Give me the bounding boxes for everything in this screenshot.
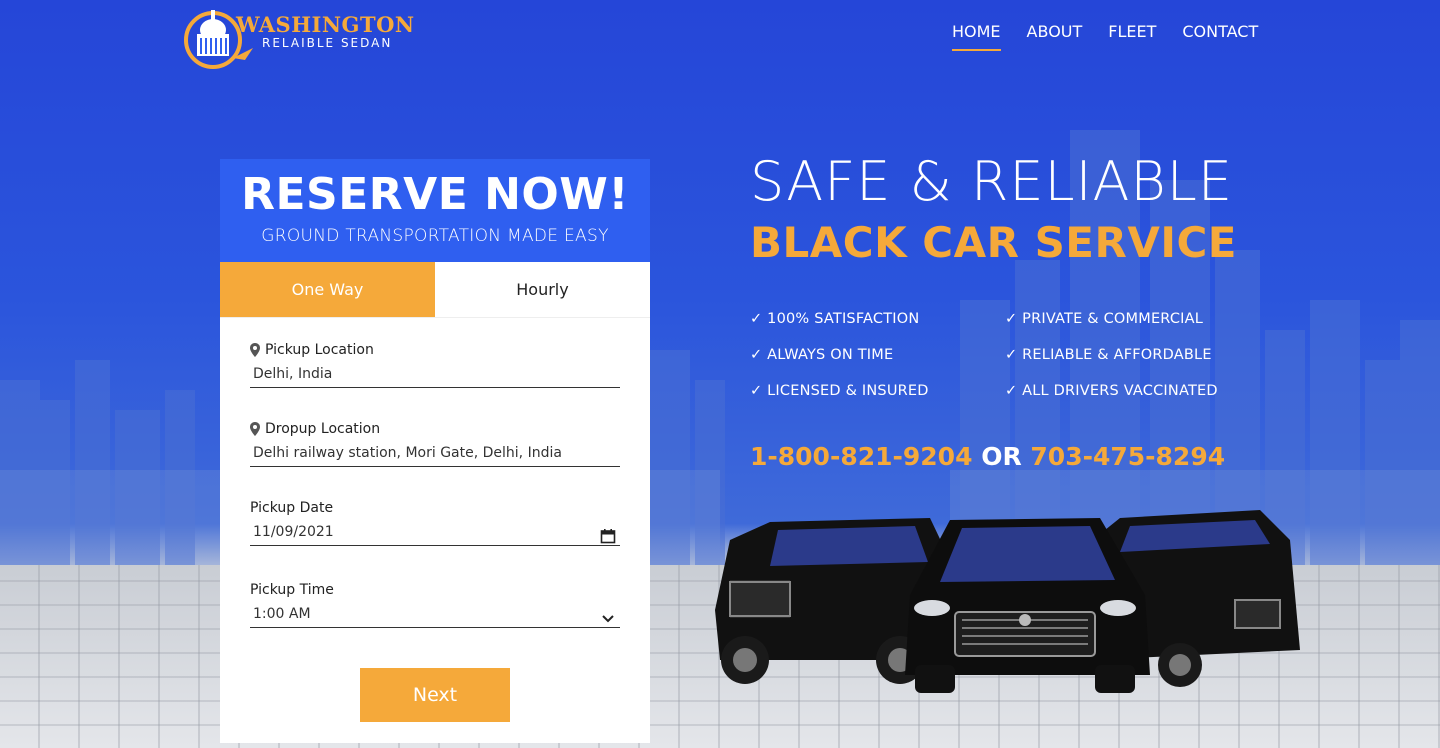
pickup-date-input[interactable] (250, 518, 620, 546)
main-nav: HOME ABOUT FLEET CONTACT (952, 22, 1258, 51)
nav-fleet[interactable]: FLEET (1108, 22, 1156, 51)
tab-hourly[interactable]: Hourly (435, 262, 650, 317)
pickup-location-input[interactable] (250, 360, 620, 388)
pickup-date-row (250, 518, 620, 546)
phone-number-1[interactable]: 1-800-821-9204 (750, 442, 972, 471)
hero-title-line2: BLACK CAR SERVICE (750, 218, 1237, 267)
tab-one-way[interactable]: One Way (220, 262, 435, 317)
pickup-time-select[interactable] (250, 600, 620, 628)
nav-contact[interactable]: CONTACT (1182, 22, 1258, 51)
feature-item: ✓ 100% SATISFACTION (750, 311, 920, 327)
pickup-time-label: Pickup Time (250, 582, 334, 598)
pickup-location-field: Pickup Location (250, 342, 620, 421)
dropup-location-input[interactable] (250, 439, 620, 467)
reservation-header: RESERVE NOW! GROUND TRANSPORTATION MADE … (220, 159, 650, 262)
reservation-title: RESERVE NOW! (241, 169, 629, 220)
reservation-fields: Pickup Location Dropup Location Pickup D… (220, 318, 650, 722)
hero-title-line1: SAFE & RELIABLE (750, 150, 1233, 213)
reservation-subtitle: GROUND TRANSPORTATION MADE EASY (261, 226, 609, 246)
feature-item: ✓ RELIABLE & AFFORDABLE (1005, 347, 1212, 363)
pickup-time-row (250, 600, 620, 628)
nav-home[interactable]: HOME (952, 22, 1001, 51)
reservation-card: RESERVE NOW! GROUND TRANSPORTATION MADE … (220, 159, 650, 743)
pickup-location-label-text: Pickup Location (265, 342, 374, 358)
black-cars-image (715, 510, 1300, 693)
calendar-icon[interactable] (600, 528, 616, 544)
feature-item: ✓ ALL DRIVERS VACCINATED (1005, 383, 1218, 399)
dropup-location-field: Dropup Location (250, 421, 620, 500)
chevron-down-icon[interactable] (600, 610, 616, 626)
nav-about[interactable]: ABOUT (1027, 22, 1083, 51)
pickup-time-field: Pickup Time (250, 582, 620, 668)
brand-name: WASHINGTON (236, 12, 415, 37)
phone-number-2[interactable]: 703-475-8294 (1030, 442, 1225, 471)
dropup-location-label: Dropup Location (250, 421, 620, 437)
pickup-date-label: Pickup Date (250, 500, 334, 516)
feature-item: ✓ ALWAYS ON TIME (750, 347, 894, 363)
phone-numbers: 1-800-821-9204 OR 703-475-8294 (750, 442, 1225, 471)
map-marker-icon (250, 422, 260, 436)
feature-list: ✓ 100% SATISFACTION ✓ PRIVATE & COMMERCI… (750, 311, 1250, 399)
brand-tagline: RELAIBLE SEDAN (262, 36, 393, 50)
map-marker-icon (250, 343, 260, 357)
pickup-location-label: Pickup Location (250, 342, 620, 358)
feature-item: ✓ PRIVATE & COMMERCIAL (1005, 311, 1204, 327)
feature-item: ✓ LICENSED & INSURED (750, 383, 929, 399)
next-button[interactable]: Next (360, 668, 510, 722)
phone-or-text: OR (972, 442, 1031, 471)
dropup-location-label-text: Dropup Location (265, 421, 381, 437)
pickup-date-field: Pickup Date (250, 500, 620, 582)
trip-type-tabs: One Way Hourly (220, 262, 650, 318)
